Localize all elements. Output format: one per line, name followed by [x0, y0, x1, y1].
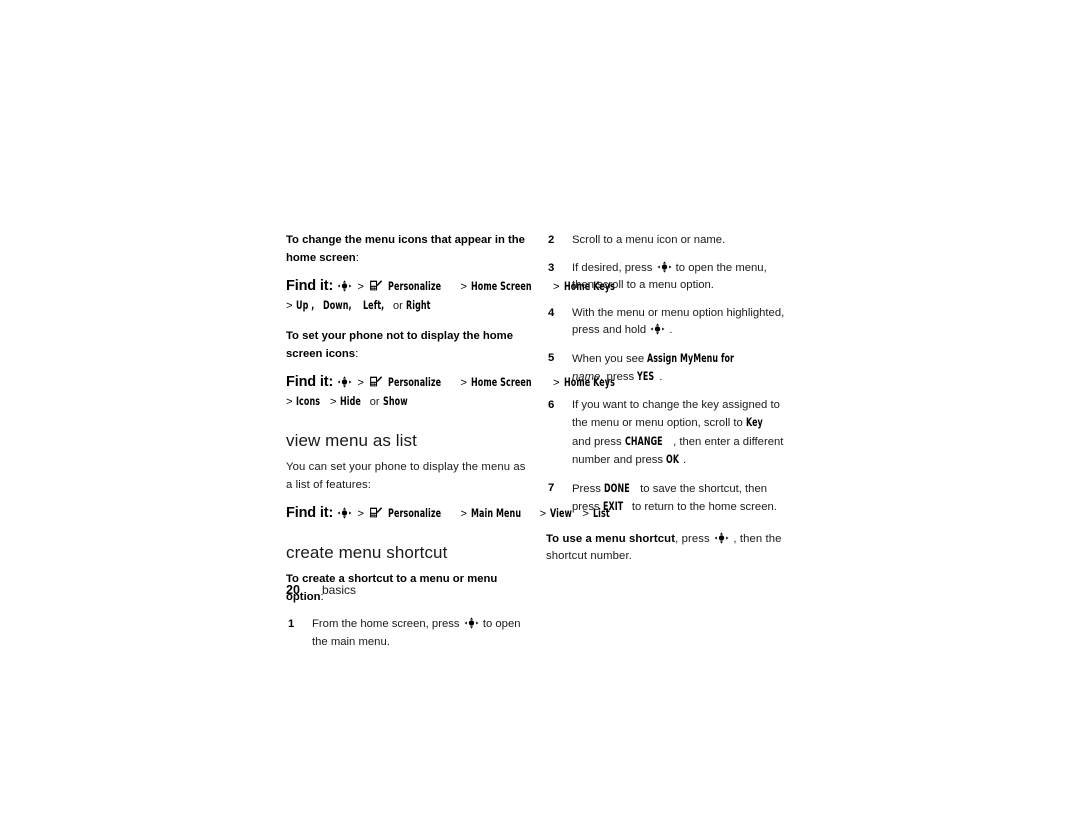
- personalize-menu-icon: [369, 279, 383, 292]
- list-item: 1 From the home screen, press to open the…: [286, 616, 528, 651]
- navigation-key-icon: [337, 507, 352, 519]
- step-number: 5: [548, 351, 555, 364]
- step-text-mid: press: [606, 371, 635, 383]
- find-it-label: Find it:: [286, 374, 334, 390]
- closing-text-before: , press: [675, 532, 710, 545]
- lead-paragraph: To set your phone not to display the hom…: [286, 328, 528, 363]
- manual-page: To change the menu icons that appear in …: [0, 0, 1080, 834]
- find-it-label: Find it:: [286, 505, 334, 521]
- path-item-personalize: Personalize: [388, 506, 442, 520]
- softkey-ok: OK: [666, 453, 680, 466]
- list-item: 2 Scroll to a menu icon or name.: [546, 232, 788, 250]
- step-text-d: .: [682, 454, 687, 466]
- softkey-yes: YES: [637, 370, 655, 383]
- step-text-after: .: [669, 324, 673, 336]
- path-separator: >: [286, 300, 293, 312]
- list-item: 3 If desired, press to open the menu, the…: [546, 260, 788, 295]
- lead-colon: :: [355, 251, 359, 264]
- find-it-line-1: Find it: > Personalize > Main Menu > Vie…: [286, 505, 610, 521]
- path-or-word: or: [393, 300, 403, 312]
- step-number: 4: [548, 306, 555, 319]
- closing-paragraph: To use a menu shortcut, press , then the…: [546, 531, 788, 566]
- find-it-path-2: Find it: > Personalize > Home Screen > H…: [286, 374, 615, 410]
- step-text-a: Press: [572, 482, 601, 495]
- path-item-right: Right: [405, 298, 431, 312]
- find-it-line-1: Find it: > Personalize > Home Screen > H…: [286, 278, 615, 294]
- navigation-key-icon: [337, 376, 352, 388]
- lead-text: To set your phone not to display the hom…: [286, 330, 513, 360]
- right-column: 2 Scroll to a menu icon or name. 3 If desi…: [546, 232, 788, 566]
- find-it-label: Find it:: [286, 278, 334, 294]
- section-heading: view menu as list: [286, 431, 417, 450]
- step-number: 1: [288, 618, 295, 630]
- path-item-main-menu: Main Menu: [471, 506, 522, 520]
- path-item-personalize: Personalize: [388, 279, 442, 293]
- section-view-menu-as-list: view menu as list You can set your phone…: [286, 430, 610, 523]
- softkey-exit: EXIT: [602, 500, 624, 513]
- chapter-name: basics: [322, 583, 357, 597]
- find-it-line-2: > Icons > Hide or Show: [286, 394, 408, 408]
- navigation-key-icon: [337, 280, 352, 292]
- navigation-key-icon: [657, 260, 672, 273]
- find-it-line-2: > Up , Down, Left, or Right: [286, 297, 528, 314]
- step-text-before: If desired, press: [572, 261, 653, 274]
- path-item-home-screen: Home Screen: [471, 375, 532, 389]
- step-text: Scroll to a menu icon or name.: [572, 234, 726, 246]
- path-item-home-screen: Home Screen: [471, 279, 532, 293]
- list-item: 6 If you want to change the key assigned …: [546, 397, 788, 470]
- page-footer: 20 basics: [286, 582, 356, 598]
- navigation-key-icon: [650, 323, 665, 335]
- lead-colon: :: [355, 347, 359, 360]
- step-number: 3: [548, 261, 555, 274]
- step-text-before: When you see: [572, 352, 645, 365]
- find-it-line-1: Find it: > Personalize > Home Screen > H…: [286, 374, 615, 390]
- page-number: 20: [286, 583, 300, 597]
- list-item: 7 Press DONE to save the shortcut, then p…: [546, 480, 788, 517]
- navigation-key-icon: [714, 531, 729, 544]
- section-heading: create menu shortcut: [286, 543, 448, 562]
- path-or-word: or: [369, 396, 380, 408]
- path-item-down: Down,: [322, 298, 352, 312]
- find-it-path-3: Find it: > Personalize > Main Menu > Vie…: [286, 505, 610, 523]
- navigation-key-icon: [464, 617, 479, 629]
- display-prompt-text: Assign MyMenu for: [647, 351, 735, 365]
- path-item-personalize: Personalize: [388, 375, 442, 389]
- step-text-before: With the menu or menu option highlighted…: [572, 306, 785, 337]
- step-number: 2: [548, 234, 555, 246]
- step-text-before: From the home screen, press: [312, 618, 460, 630]
- closing-lead: To use a menu shortcut: [546, 532, 676, 545]
- lead-paragraph: To change the menu icons that appear in …: [286, 232, 528, 267]
- list-item: 5 When you see Assign MyMenu for name, pr…: [546, 350, 788, 387]
- step-text-after: .: [659, 371, 663, 383]
- menu-item-key: Key: [745, 416, 763, 429]
- step-text-b: and press: [572, 435, 622, 448]
- block-change-menu-icons: To change the menu icons that appear in …: [286, 232, 615, 314]
- softkey-done: DONE: [604, 481, 630, 495]
- path-item-hide: Hide: [339, 394, 361, 408]
- step-text-c: to return to the home screen.: [631, 501, 777, 513]
- step-number: 6: [548, 398, 555, 411]
- lead-text: To change the menu icons that appear in …: [286, 234, 525, 264]
- path-item-show: Show: [382, 394, 408, 408]
- personalize-menu-icon: [369, 375, 383, 388]
- step-number: 7: [548, 481, 555, 494]
- list-item: 4 With the menu or menu option highlighte…: [546, 305, 788, 340]
- path-separator: >: [286, 396, 293, 408]
- path-item-up: Up ,: [295, 298, 315, 312]
- block-hide-home-icons: To set your phone not to display the hom…: [286, 328, 615, 410]
- personalize-menu-icon: [369, 506, 383, 519]
- section-body-text: You can set your phone to display the me…: [286, 461, 526, 491]
- variable-name: name,: [572, 371, 604, 383]
- path-item-left: Left,: [362, 298, 384, 312]
- find-it-path-1: Find it: > Personalize > Home Screen > H…: [286, 278, 615, 314]
- path-item-icons: Icons: [295, 394, 320, 408]
- softkey-change: CHANGE: [624, 434, 663, 448]
